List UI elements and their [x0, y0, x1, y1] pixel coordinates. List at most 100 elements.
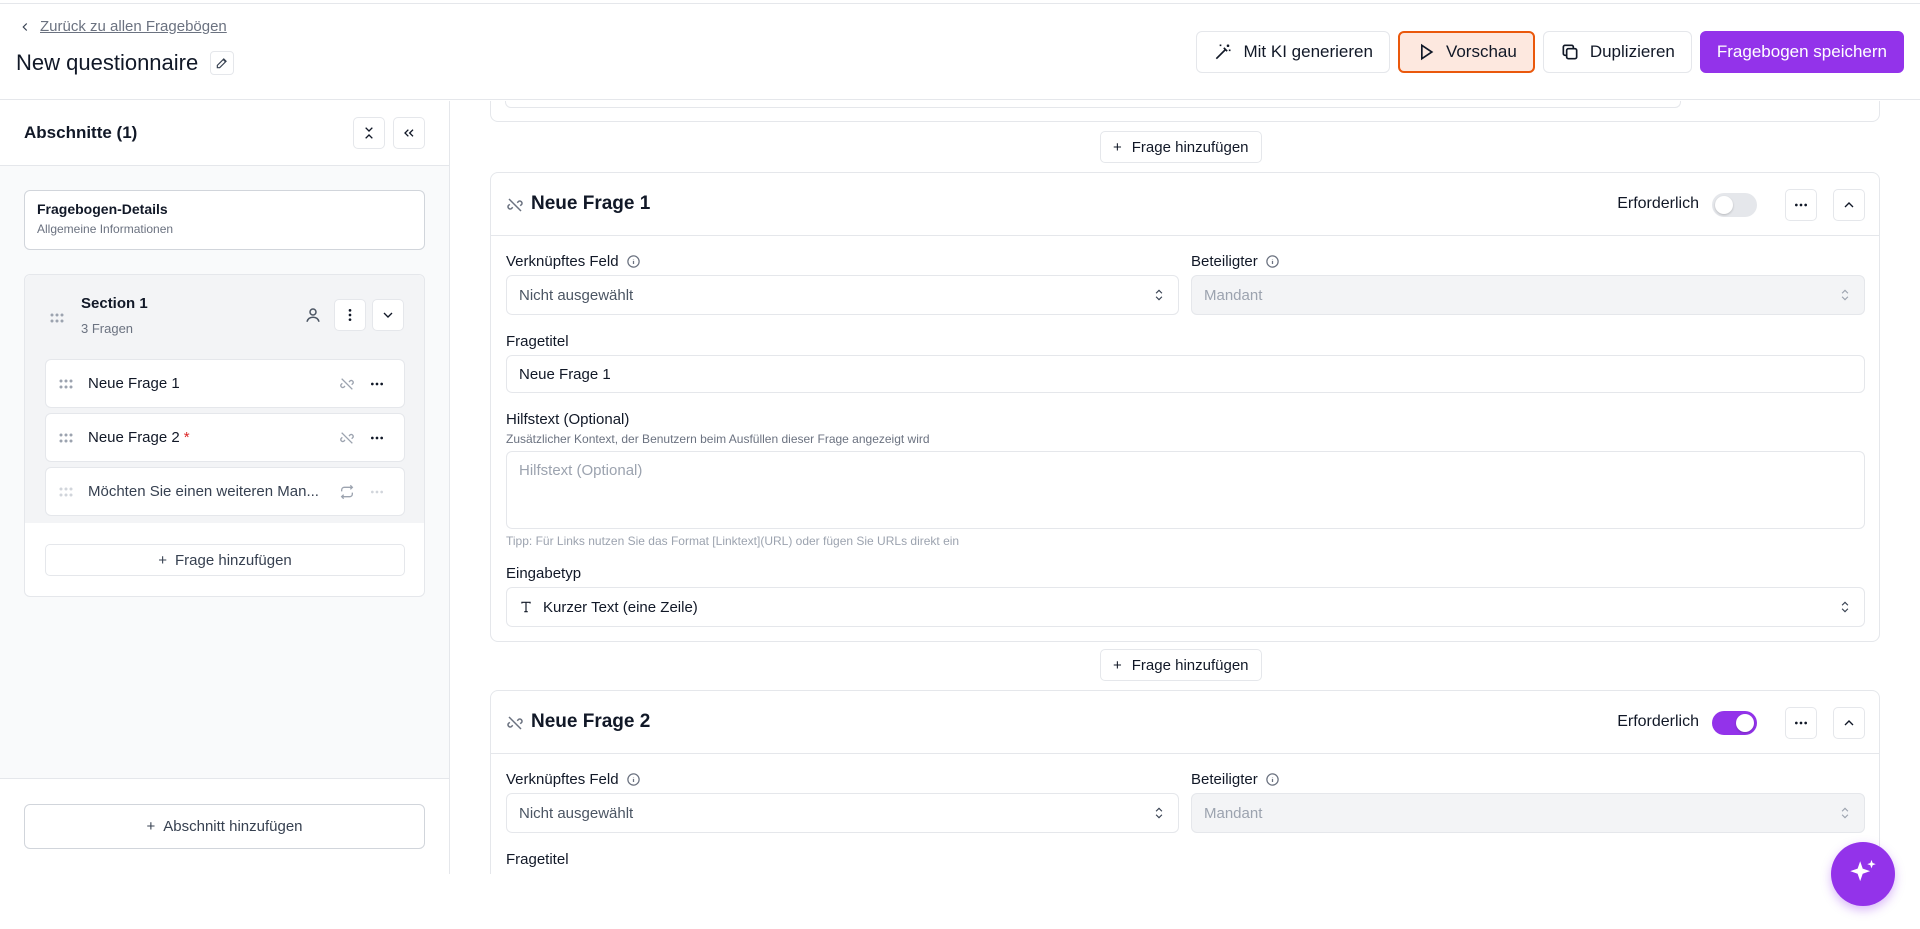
drag-handle-icon[interactable]	[49, 311, 65, 323]
help-text-label: Hilfstext (Optional)	[506, 411, 630, 428]
question-title-input[interactable]: Neue Frage 1	[506, 355, 1865, 393]
previous-input[interactable]	[505, 101, 1681, 108]
question-label-text: Neue Frage 2	[88, 429, 180, 446]
plus-icon: +	[1113, 656, 1122, 674]
info-icon	[1265, 773, 1279, 786]
question-card: Neue Frage 1 Erforderlich Verknüpftes Fe…	[490, 172, 1880, 642]
linked-field-select[interactable]: Nicht ausgewählt	[506, 793, 1179, 833]
more-horizontal-icon[interactable]	[362, 430, 392, 446]
back-link-label[interactable]: Zurück zu allen Fragebögen	[40, 18, 227, 35]
sidebar-add-question-button[interactable]: + Frage hinzufügen	[45, 544, 405, 576]
save-button[interactable]: Fragebogen speichern	[1699, 31, 1904, 73]
drag-handle-icon[interactable]	[58, 432, 74, 444]
participant-label: Beteiligter	[1191, 771, 1280, 788]
question-title: Neue Frage 2	[531, 711, 651, 732]
text-type-icon	[521, 601, 531, 613]
section-expand-button[interactable]	[372, 299, 404, 331]
linked-field-label: Verknüpftes Feld	[506, 253, 641, 270]
linked-field-value: Nicht ausgewählt	[519, 286, 634, 304]
question-card-header: Neue Frage 1 Erforderlich	[491, 173, 1879, 236]
drag-handle-icon[interactable]	[58, 486, 74, 498]
required-label: Erforderlich	[1617, 713, 1699, 730]
input-type-select[interactable]: Kurzer Text (eine Zeile)	[506, 587, 1865, 627]
section-question-count: 3 Fragen	[81, 321, 134, 336]
save-label: Fragebogen speichern	[1716, 42, 1887, 61]
input-type-value: Kurzer Text (eine Zeile)	[543, 598, 698, 616]
details-subtitle: Allgemeine Informationen	[37, 222, 174, 236]
sidebar-header: Abschnitte (1)	[0, 101, 449, 166]
chevron-updown-icon	[1155, 807, 1163, 819]
add-section-label: Abschnitt hinzufügen	[163, 818, 303, 835]
collapse-sidebar-button[interactable]	[393, 117, 425, 149]
unlink-icon	[332, 430, 362, 446]
participant-label-text: Beteiligter	[1191, 771, 1258, 788]
add-question-label: Frage hinzufügen	[1131, 138, 1249, 156]
duplicate-button[interactable]: Duplizieren	[1542, 31, 1692, 73]
add-question-button[interactable]: + Frage hinzufügen	[1100, 131, 1262, 163]
back-link[interactable]: Zurück zu allen Fragebögen	[18, 18, 227, 35]
preview-button[interactable]: Vorschau	[1397, 31, 1535, 73]
add-question-button[interactable]: + Frage hinzufügen	[1100, 649, 1262, 681]
chevron-updown-icon	[1841, 807, 1849, 819]
sidebar-question-item[interactable]: Neue Frage 2 *	[45, 413, 405, 462]
question-menu-button[interactable]	[1785, 707, 1817, 739]
participant-label: Beteiligter	[1191, 253, 1280, 270]
collapse-question-button[interactable]	[1833, 189, 1865, 221]
unlink-icon	[507, 716, 523, 730]
required-label: Erforderlich	[1617, 195, 1699, 212]
repeat-icon	[332, 484, 362, 500]
required-toggle[interactable]	[1712, 193, 1757, 217]
magic-wand-icon	[1216, 44, 1231, 60]
question-title-label: Fragetitel	[506, 333, 569, 350]
plus-icon: +	[146, 818, 156, 835]
info-icon	[626, 255, 640, 268]
chevrons-left-icon	[404, 129, 414, 137]
more-horizontal-icon[interactable]	[362, 484, 392, 500]
collapse-all-button[interactable]	[353, 117, 385, 149]
linked-field-select[interactable]: Nicht ausgewählt	[506, 275, 1179, 315]
participant-label-text: Beteiligter	[1191, 253, 1258, 270]
question-menu-button[interactable]	[1785, 189, 1817, 221]
user-icon[interactable]	[298, 300, 328, 330]
add-question-label: Frage hinzufügen	[175, 551, 292, 569]
details-title: Fragebogen-Details	[37, 201, 168, 217]
sidebar-question-item[interactable]: Neue Frage 1	[45, 359, 405, 408]
section-header[interactable]: Section 1 3 Fragen Neue Frage 1 Neue Fra…	[25, 275, 424, 523]
section-menu-button[interactable]	[334, 299, 366, 331]
sparkle-icon	[1850, 859, 1876, 882]
sidebar-footer: + Abschnitt hinzufügen	[0, 778, 449, 874]
question-card: Neue Frage 2 Erforderlich Verknüpftes Fe…	[490, 690, 1880, 874]
main-editor: + Frage hinzufügen Neue Frage 1 Erforder…	[451, 101, 1920, 874]
participant-value: Mandant	[1204, 804, 1263, 822]
question-title-label: Fragetitel	[506, 851, 569, 868]
copy-icon	[1562, 44, 1578, 60]
chevron-updown-icon	[1841, 289, 1849, 301]
more-horizontal-icon[interactable]	[362, 376, 392, 392]
edit-title-button[interactable]	[210, 51, 235, 75]
chevron-up-icon	[1844, 202, 1854, 208]
help-text-textarea[interactable]: Hilfstext (Optional)	[506, 451, 1865, 529]
linked-field-value: Nicht ausgewählt	[519, 804, 634, 822]
section-card: Section 1 3 Fragen Neue Frage 1 Neue Fra…	[24, 274, 425, 597]
page-title: New questionnaire	[16, 50, 199, 75]
previous-question-card	[490, 101, 1880, 122]
sidebar: Abschnitte (1) Fragebogen-Details Allgem…	[0, 101, 450, 874]
questionnaire-details-card[interactable]: Fragebogen-Details Allgemeine Informatio…	[24, 190, 425, 250]
sidebar-question-item[interactable]: Möchten Sie einen weiteren Man...	[45, 467, 405, 516]
add-section-button[interactable]: + Abschnitt hinzufügen	[24, 804, 425, 849]
participant-select[interactable]: Mandant	[1191, 793, 1865, 833]
ai-assistant-button[interactable]	[1831, 842, 1895, 906]
unlink-icon	[507, 198, 523, 212]
chevron-updown-icon	[1841, 601, 1849, 613]
drag-handle-icon[interactable]	[58, 378, 74, 390]
question-card-header: Neue Frage 2 Erforderlich	[491, 691, 1879, 754]
chevron-left-icon	[22, 22, 28, 31]
chevron-updown-icon	[1155, 289, 1163, 301]
collapse-question-button[interactable]	[1833, 707, 1865, 739]
participant-select[interactable]: Mandant	[1191, 275, 1865, 315]
question-title: Neue Frage 1	[531, 193, 651, 214]
duplicate-label: Duplizieren	[1589, 42, 1675, 61]
required-toggle[interactable]	[1712, 711, 1757, 735]
input-type-label: Eingabetyp	[506, 565, 582, 582]
ai-generate-button[interactable]: Mit KI generieren	[1196, 31, 1390, 73]
